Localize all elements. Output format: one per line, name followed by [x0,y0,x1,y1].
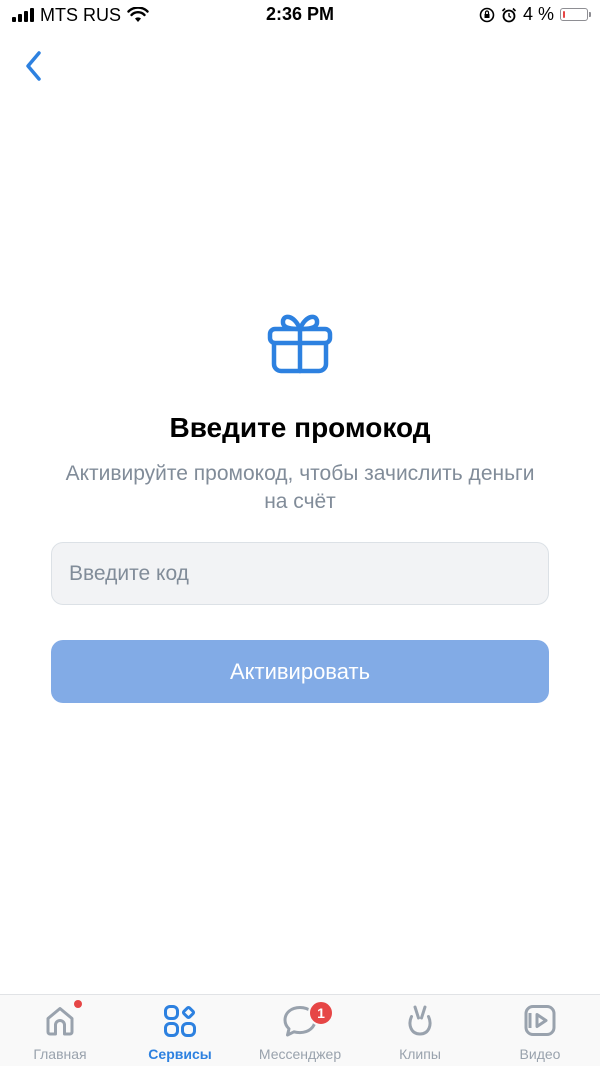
battery-icon [560,8,591,21]
tab-messenger-label: Мессенджер [258,1046,342,1062]
tab-home[interactable]: Главная [0,995,120,1067]
rotation-lock-icon [479,7,495,22]
battery-percent: 4 % [522,4,554,24]
tab-video-label: Видео [519,1046,561,1062]
tab-bar: Главная Сервисы Мессенджер Клипы Видео [0,994,600,1066]
tab-services[interactable]: Сервисы [120,995,240,1067]
page-subtitle: Активируйте промокод, чтобы зачислить де… [65,462,535,513]
tab-messenger[interactable]: Мессенджер [240,995,360,1067]
video-icon [524,1005,556,1036]
tab-clips-label: Клипы [399,1046,441,1062]
home-notification-dot [74,1000,82,1008]
home-icon [46,1007,74,1036]
clips-icon [408,1005,432,1036]
chevron-left-icon [26,51,41,81]
services-icon [164,1005,196,1037]
gift-icon [267,314,333,374]
battery-level [563,11,565,18]
status-bar: MTS RUS 2:36 PM 4 % [0,0,600,32]
tab-clips[interactable]: Клипы [360,995,480,1067]
page-title: Введите промокод [169,412,431,443]
promo-code-input[interactable] [51,542,549,605]
messenger-unread-badge: 1 [308,1000,334,1026]
alarm-icon [501,7,517,22]
activate-button[interactable]: Активировать [51,640,549,703]
tab-services-label: Сервисы [148,1046,212,1062]
tab-video[interactable]: Видео [480,995,600,1067]
status-right: 4 % [479,4,591,25]
back-button[interactable] [16,48,52,84]
tab-home-label: Главная [33,1046,87,1062]
